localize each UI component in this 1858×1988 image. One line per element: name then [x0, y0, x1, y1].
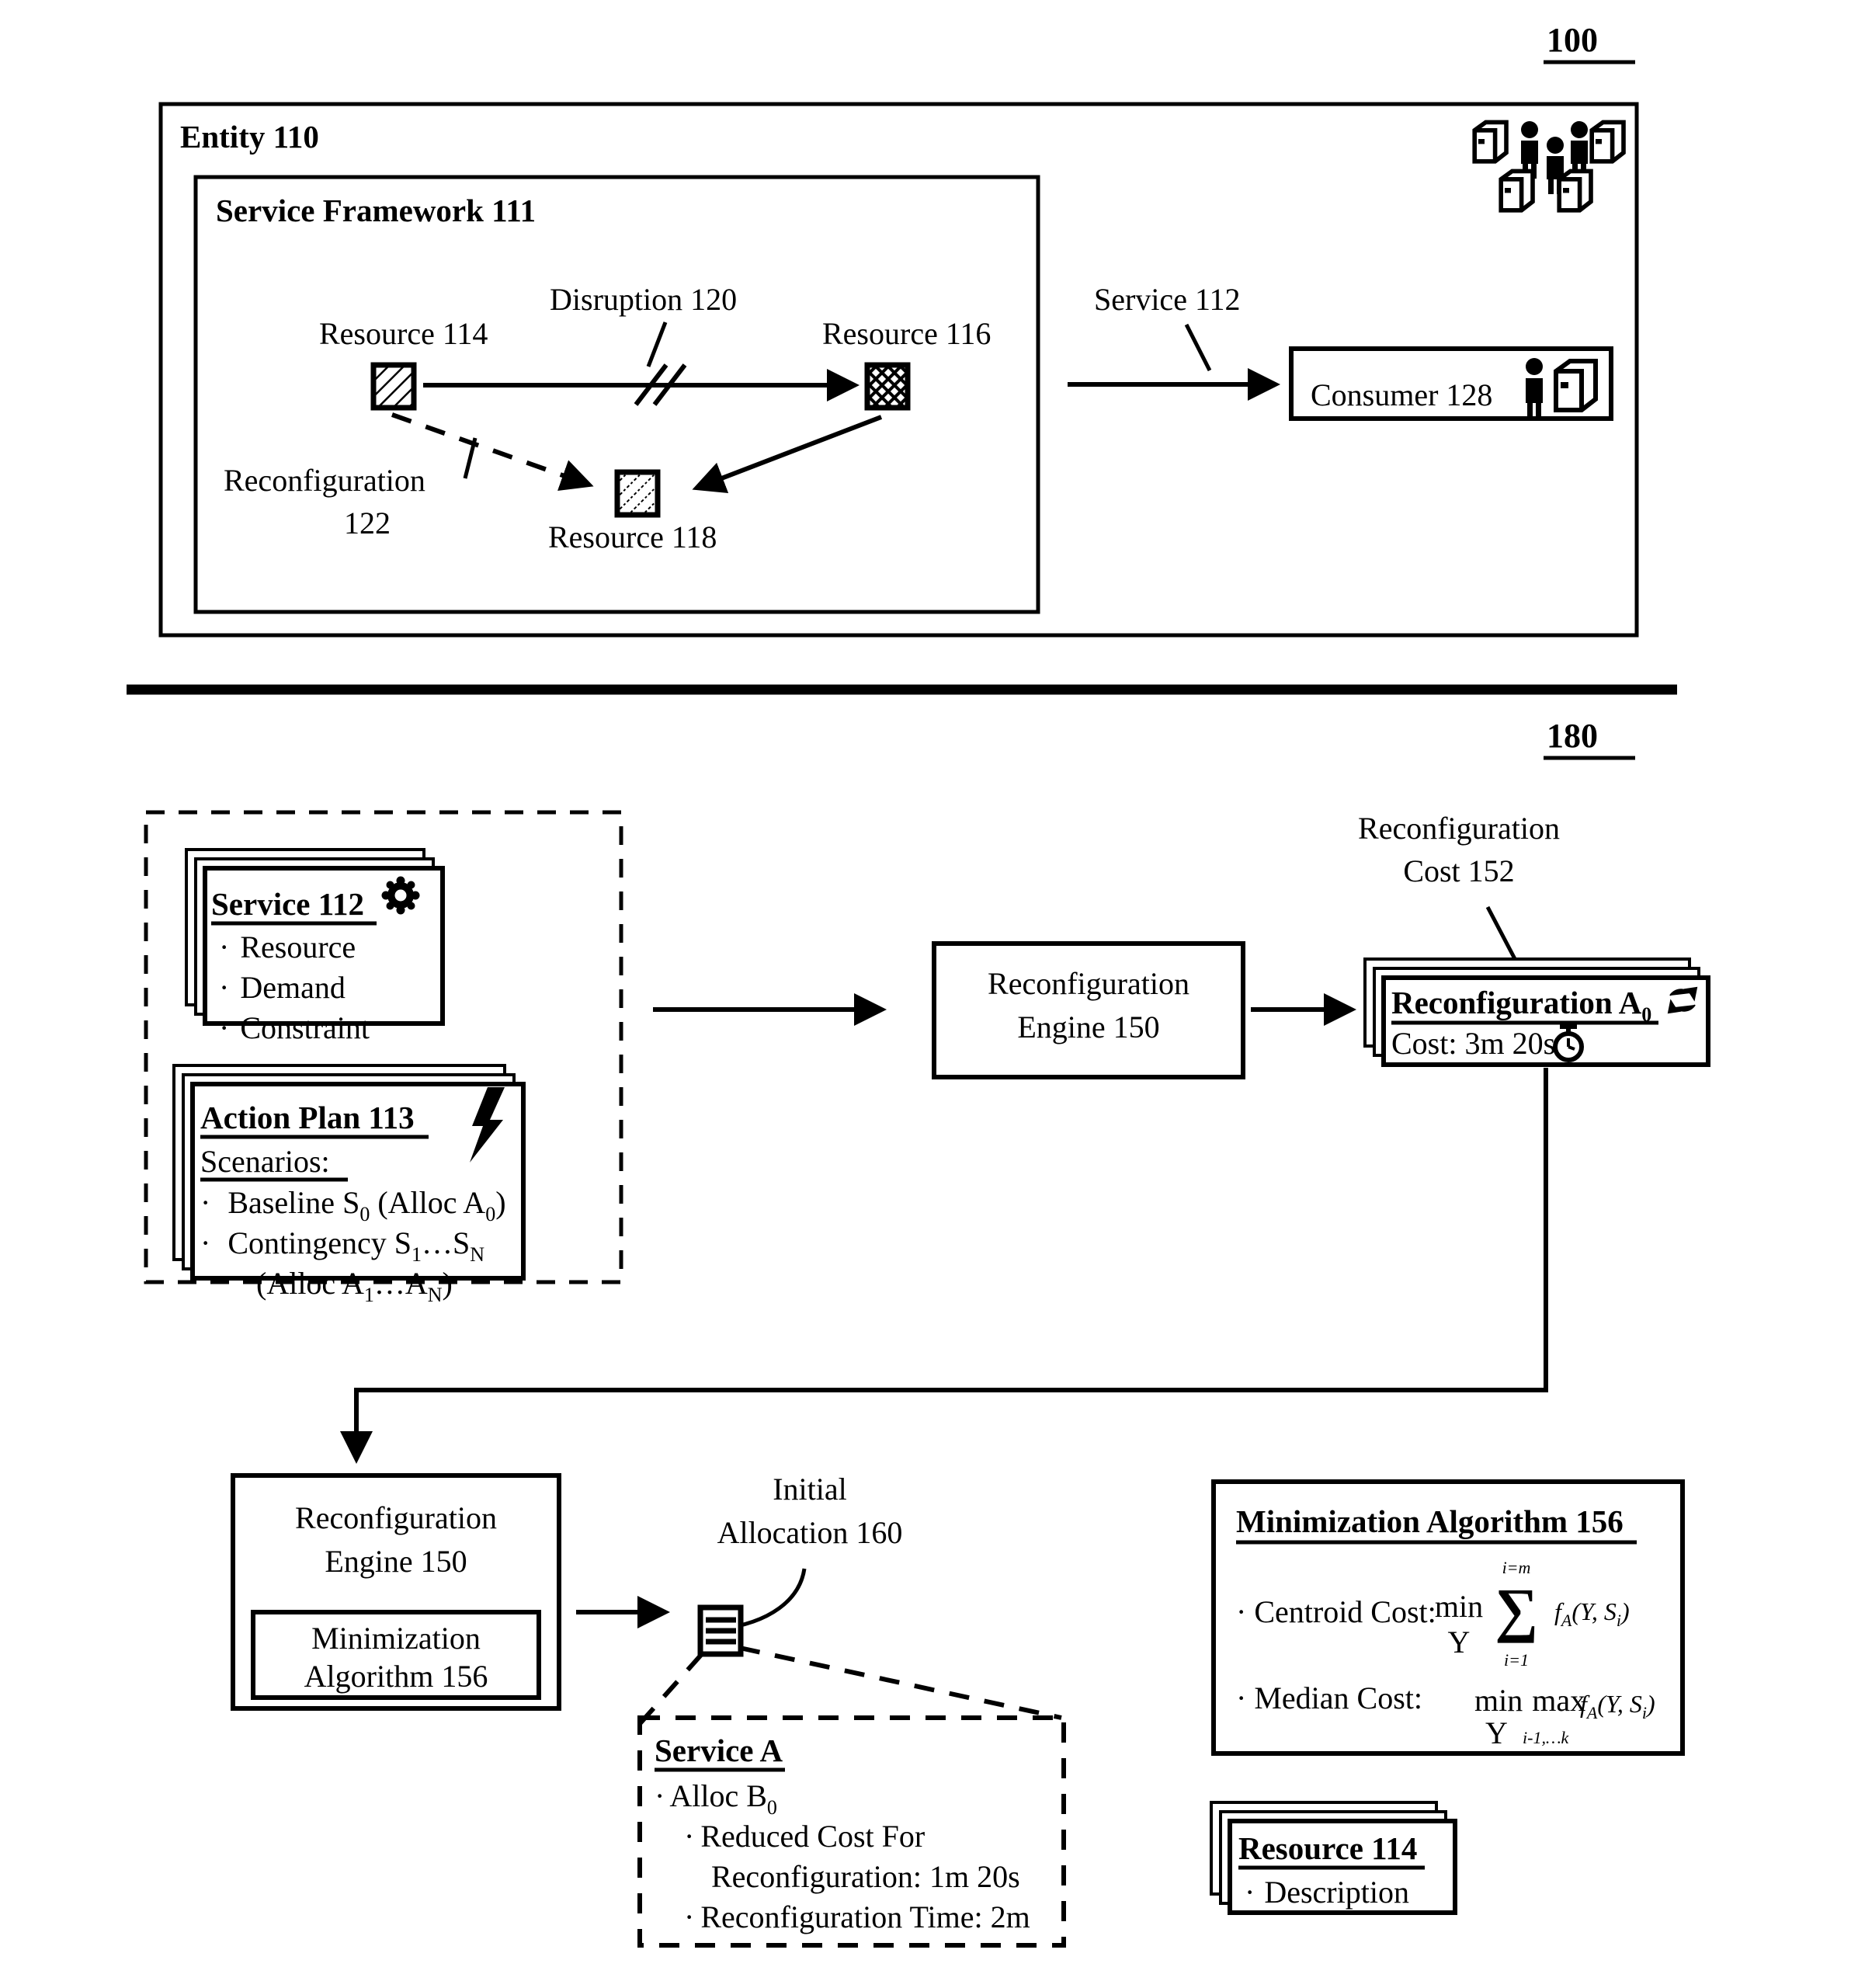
ap-l3-end: ) [443, 1266, 453, 1301]
service-framework-111-label: Service Framework 111 [216, 193, 536, 228]
patent-figure-canvas: 100 Entity 110 Service Framework 111 Res… [127, 21, 1710, 1948]
ap-l1-sub: 0 [359, 1203, 370, 1225]
centroid-min: min [1435, 1589, 1483, 1624]
server-icon [1589, 120, 1626, 164]
figure-number-bottom: 180 [1544, 717, 1635, 760]
resource-116-label: Resource 116 [822, 316, 991, 351]
service-a-alloc-line: · Alloc B0 [655, 1778, 777, 1819]
server-icon [1557, 169, 1593, 213]
service-a-reduced-cost-line2: Reconfiguration: 1m 20s [711, 1859, 1020, 1894]
minimization-inner-line1: Minimization [311, 1621, 481, 1656]
ap-l3-mid: …A [374, 1266, 428, 1301]
initial-allocation-line1: Initial [773, 1472, 847, 1507]
ap-l3-prefix: (Alloc A [256, 1266, 364, 1301]
routing-line-to-lower-engine [340, 1068, 1548, 1464]
resource-118-label: Resource 118 [548, 520, 717, 554]
reconfiguration-122-label-line1: Reconfiguration [224, 463, 425, 498]
ap-l1-sub2: 0 [485, 1203, 495, 1225]
reconfig-cost-152-line2: Cost 152 [1403, 853, 1514, 888]
server-icon [1499, 169, 1535, 213]
reconfiguration-a0-cost-label: Cost: 3m 20s [1391, 1026, 1555, 1061]
service-112-card-title: Service 112 [211, 886, 364, 922]
service-bullet-2: Constraint [240, 1010, 370, 1045]
resource-114-icon [370, 362, 417, 411]
reconfiguration-122-label-line2: 122 [344, 506, 391, 540]
ap-l1-suffix: (Alloc A [377, 1185, 485, 1220]
resource-114-card-title: Resource 114 [1238, 1830, 1417, 1866]
svg-text:·Resource: · Resource [219, 930, 356, 964]
figure-number-top-text: 100 [1547, 21, 1598, 59]
figure-number-top: 100 [1544, 21, 1635, 64]
service-a-reconfig-time-line: · Reconfiguration Time: 2m [684, 1899, 1030, 1934]
median-cost-label-row: · Median Cost: [1236, 1680, 1422, 1715]
centroid-sigma: ∑ [1495, 1576, 1538, 1643]
disruption-leader-line [646, 321, 668, 367]
service-a-leader-left [636, 1653, 703, 1727]
link-116-to-118 [692, 415, 883, 494]
median-max-sub: i-1,…k [1523, 1728, 1570, 1747]
centroid-min-var: Y [1448, 1625, 1471, 1660]
engine-top-line2: Engine 150 [1017, 1010, 1159, 1044]
action-plan-scenario-line-2: · Contingency S1…SN [200, 1225, 484, 1266]
initial-allocation-line2: Allocation 160 [717, 1515, 903, 1550]
ap-l2-prefix: Contingency S [227, 1225, 412, 1260]
action-plan-113-card-title: Action Plan 113 [200, 1100, 415, 1135]
svg-text:·Constraint: · Constraint [219, 1010, 370, 1045]
reconfiguration-a0-card-title: Reconfiguration A0 [1391, 985, 1651, 1026]
disruption-120-label: Disruption 120 [550, 282, 737, 317]
minimization-algorithm-156-title: Minimization Algorithm 156 [1236, 1503, 1624, 1539]
figure-number-bottom-text: 180 [1547, 717, 1598, 755]
service-bullet-1: Demand [240, 970, 346, 1005]
server-icon [1472, 120, 1509, 164]
ap-l3-sub: 1 [364, 1284, 374, 1306]
service-bullet-0: Resource [240, 930, 356, 964]
action-plan-subtitle: Scenarios: [200, 1144, 330, 1179]
centroid-sum-upper-limit: i=m [1502, 1558, 1531, 1577]
consumer-128-label: Consumer 128 [1311, 377, 1492, 412]
median-min-var: Y [1485, 1715, 1508, 1750]
action-plan-scenario-line-1: · Baseline S0 (Alloc A0) [200, 1185, 506, 1225]
ap-l2-sub: 1 [412, 1243, 422, 1266]
server-people-cluster [1472, 120, 1626, 213]
service-a-leader-right [739, 1646, 1062, 1720]
resource-114-label: Resource 114 [319, 316, 488, 351]
svg-text:· Baseline S0(Alloc A0): · Baseline S0 (Alloc A0) [200, 1185, 506, 1225]
engine-top-line1: Reconfiguration [988, 966, 1189, 1001]
service-a-title: Service A [655, 1733, 783, 1768]
document-list-icon [697, 1604, 744, 1657]
centroid-sum-lower-limit: i=1 [1504, 1650, 1529, 1670]
engine-bottom-line1: Reconfiguration [295, 1500, 497, 1535]
svg-text:(Alloc A1…AN): (Alloc A1…AN) [256, 1266, 453, 1306]
entity-110-label: Entity 110 [180, 119, 319, 155]
ap-l1-prefix: Baseline S [227, 1185, 359, 1220]
engine-bottom-line2: Engine 150 [325, 1544, 467, 1579]
ap-l2-sub2: N [470, 1243, 484, 1266]
resource-114-card-bullet: · Description [1245, 1875, 1409, 1910]
svg-text:· Contingency S1…SN: · Contingency S1…SN [200, 1225, 484, 1266]
reconfig-cost-152-line1: Reconfiguration [1358, 811, 1560, 846]
ap-l2-mid: …S [422, 1225, 470, 1260]
resource-116-icon [864, 362, 911, 411]
ap-l3-sub2: N [428, 1284, 443, 1306]
centroid-cost-label-row: · Centroid Cost: [1236, 1594, 1436, 1629]
service-112-label: Service 112 [1094, 282, 1240, 317]
action-plan-scenario-line-3: (Alloc A1…AN) [256, 1266, 453, 1306]
service-112-leader-line [1184, 323, 1212, 372]
service-a-reduced-cost-line1: · Reduced Cost For [684, 1819, 925, 1854]
ap-l1-end: ) [495, 1185, 505, 1220]
resource-118-icon [614, 469, 661, 518]
minimization-inner-line2: Algorithm 156 [304, 1659, 488, 1694]
server-icon [1554, 359, 1598, 412]
